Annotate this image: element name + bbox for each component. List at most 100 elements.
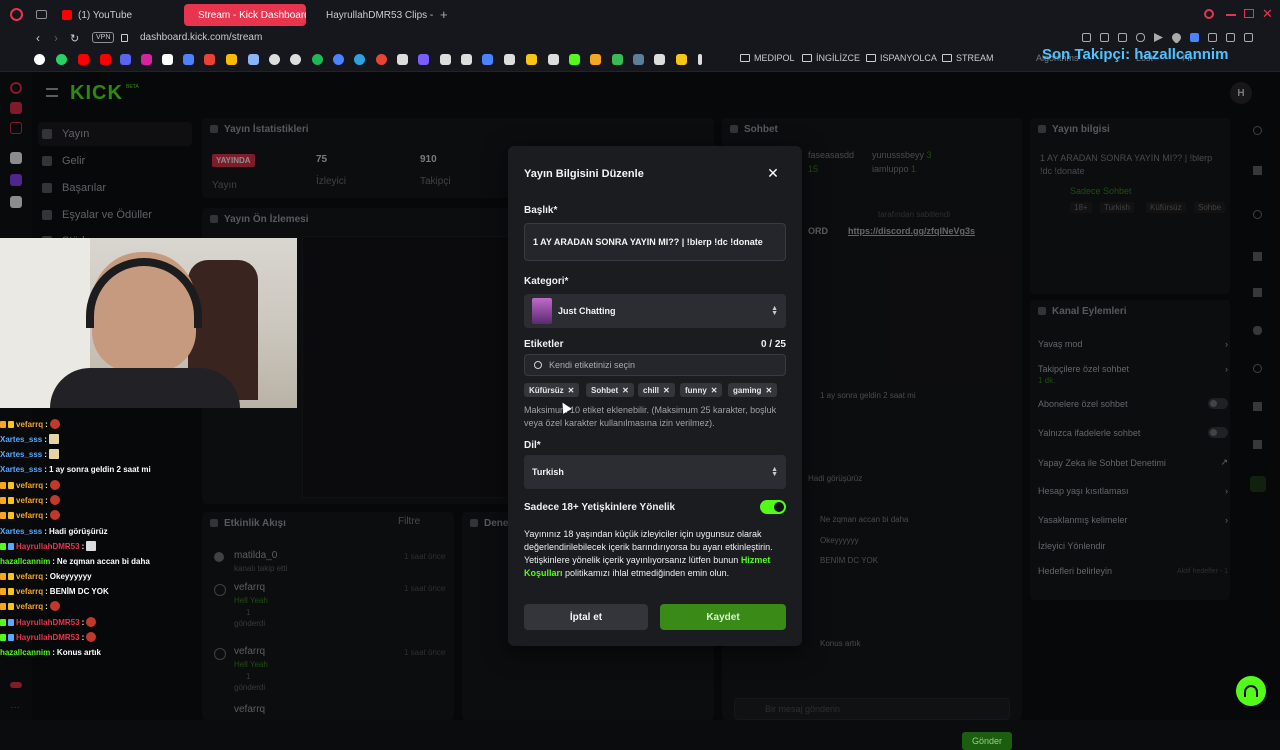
ext-icon[interactable]: [1082, 33, 1091, 42]
bookmark-icon[interactable]: [397, 54, 408, 65]
drive-icon[interactable]: [226, 54, 237, 65]
minimize-button[interactable]: [1226, 14, 1236, 16]
discord-icon[interactable]: [120, 54, 131, 65]
shield-icon[interactable]: [1136, 33, 1145, 42]
tag-label: Küfürsüz: [529, 385, 564, 395]
whatsapp-icon[interactable]: [56, 54, 67, 65]
chat-msg: Konus artık: [56, 647, 101, 657]
save-button[interactable]: Kaydet: [660, 604, 786, 630]
bookmark-icon[interactable]: [440, 54, 451, 65]
send-button[interactable]: Gönder: [962, 732, 1012, 750]
badge-icon: [0, 618, 6, 626]
badge-icon: [0, 481, 6, 489]
maximize-button[interactable]: [1244, 9, 1254, 18]
tab-kick-dashboard[interactable]: Stream - Kick Dashboard: [184, 4, 306, 26]
vpn-badge[interactable]: VPN: [92, 32, 115, 43]
spotify-icon[interactable]: [312, 54, 323, 65]
tag-chip[interactable]: Küfürsüz ✕: [524, 383, 580, 397]
translate-icon[interactable]: [183, 54, 194, 65]
tag-chip[interactable]: funny ✕: [680, 383, 723, 397]
bookmark-icon[interactable]: [526, 54, 537, 65]
tab-clips[interactable]: HayrullahDMR53 Clips - V: [312, 4, 436, 26]
openai-icon[interactable]: [269, 54, 280, 65]
bookmark-icon[interactable]: [612, 54, 623, 65]
bookmark-icon[interactable]: [248, 54, 259, 65]
back-icon[interactable]: ‹: [36, 31, 40, 45]
stream-chat-overlay: vefarrq: Xartes_sss: Xartes_sss: Xartes_…: [0, 416, 180, 666]
tab-youtube[interactable]: (1) YouTube: [54, 4, 180, 26]
webcam-overlay: [0, 238, 297, 408]
chat-user: Xartes_sss: [0, 449, 43, 459]
x-icon[interactable]: [162, 54, 173, 65]
close-window-button[interactable]: ✕: [1262, 6, 1273, 22]
tab-label: HayrullahDMR53 Clips - V: [326, 9, 436, 21]
folder-label: İNGİLİZCE: [816, 53, 861, 63]
gmail-icon[interactable]: [204, 54, 215, 65]
youtube-icon[interactable]: [78, 54, 89, 65]
language-select[interactable]: Turkish ▲ ▼: [524, 455, 786, 489]
url-field[interactable]: dashboard.kick.com/stream: [140, 32, 262, 43]
chat-msg: Hadi görüşürüz: [48, 526, 108, 536]
category-select[interactable]: Just Chatting ▲ ▼: [524, 294, 786, 328]
cancel-button[interactable]: İptal et: [524, 604, 648, 630]
language-value: Turkish: [532, 467, 564, 477]
tag-chip[interactable]: chill ✕: [638, 383, 675, 397]
bookmark-icon[interactable]: [461, 54, 472, 65]
ext-icon[interactable]: [1190, 33, 1199, 42]
chat-user: HayrullahDMR53: [16, 632, 80, 642]
tag-chip[interactable]: Sohbet ✕: [586, 383, 634, 397]
youtube-icon[interactable]: [100, 54, 111, 65]
bookmark-folder[interactable]: İNGİLİZCE: [802, 53, 860, 63]
steam-icon[interactable]: [633, 54, 644, 65]
close-icon[interactable]: ✕: [766, 166, 780, 180]
forward-icon[interactable]: ›: [54, 31, 58, 45]
ext-icon[interactable]: [1244, 33, 1253, 42]
bookmark-icon[interactable]: [290, 54, 301, 65]
new-tab-button[interactable]: +: [440, 7, 448, 22]
bookmark-icon[interactable]: [418, 54, 429, 65]
support-chat-button[interactable]: [1236, 676, 1266, 706]
play-icon[interactable]: [1154, 33, 1163, 42]
ext-icon[interactable]: [1226, 33, 1235, 42]
badge-icon: [8, 618, 14, 626]
toolbar-icons: [1082, 31, 1262, 45]
bookmark-icon[interactable]: [590, 54, 601, 65]
reload-icon[interactable]: ↻: [70, 32, 79, 45]
remove-tag-icon[interactable]: ✕: [622, 386, 629, 395]
heart-icon[interactable]: [1170, 31, 1183, 44]
remove-tag-icon[interactable]: ✕: [568, 386, 575, 395]
tab-switcher-icon[interactable]: [36, 10, 47, 19]
remove-tag-icon[interactable]: ✕: [711, 386, 718, 395]
title-input[interactable]: 1 AY ARADAN SONRA YAYIN MI?? | !blerp !d…: [524, 223, 786, 261]
folder-label: MEDIPOL: [754, 53, 795, 63]
instagram-icon[interactable]: [141, 54, 152, 65]
ext-icon[interactable]: [1118, 33, 1127, 42]
bookmark-icon[interactable]: [34, 54, 45, 65]
badge-icon: [8, 602, 14, 610]
chat-line: HayrullahDMR53:: [0, 615, 98, 629]
telegram-icon[interactable]: [354, 54, 365, 65]
remove-tag-icon[interactable]: ✕: [765, 386, 772, 395]
adult-toggle[interactable]: [760, 500, 786, 514]
kick-icon[interactable]: [569, 54, 580, 65]
opera-logo-icon[interactable]: [10, 8, 23, 21]
search-icon[interactable]: [1204, 9, 1214, 19]
badge-icon: [0, 572, 6, 580]
remove-tag-icon[interactable]: ✕: [663, 386, 670, 395]
tag-search-input[interactable]: Kendi etiketinizi seçin: [524, 354, 786, 376]
bookmark-icon[interactable]: [333, 54, 344, 65]
bookmark-folder[interactable]: STREAM: [942, 53, 994, 63]
tag-chip[interactable]: gaming ✕: [728, 383, 778, 397]
bookmark-icon[interactable]: [654, 54, 665, 65]
chrome-icon[interactable]: [376, 54, 387, 65]
bookmark-icon[interactable]: [504, 54, 515, 65]
bookmark-folder[interactable]: MEDIPOL: [740, 53, 795, 63]
ext-icon[interactable]: [1208, 33, 1217, 42]
ext-icon[interactable]: [1100, 33, 1109, 42]
folder-label: STREAM: [956, 53, 994, 63]
bookmark-icon[interactable]: [676, 54, 687, 65]
bookmark-icon[interactable]: [698, 54, 702, 65]
bookmark-icon[interactable]: [482, 54, 493, 65]
bookmark-folder[interactable]: ISPANYOLCA: [866, 53, 937, 63]
bookmark-icon[interactable]: [548, 54, 559, 65]
